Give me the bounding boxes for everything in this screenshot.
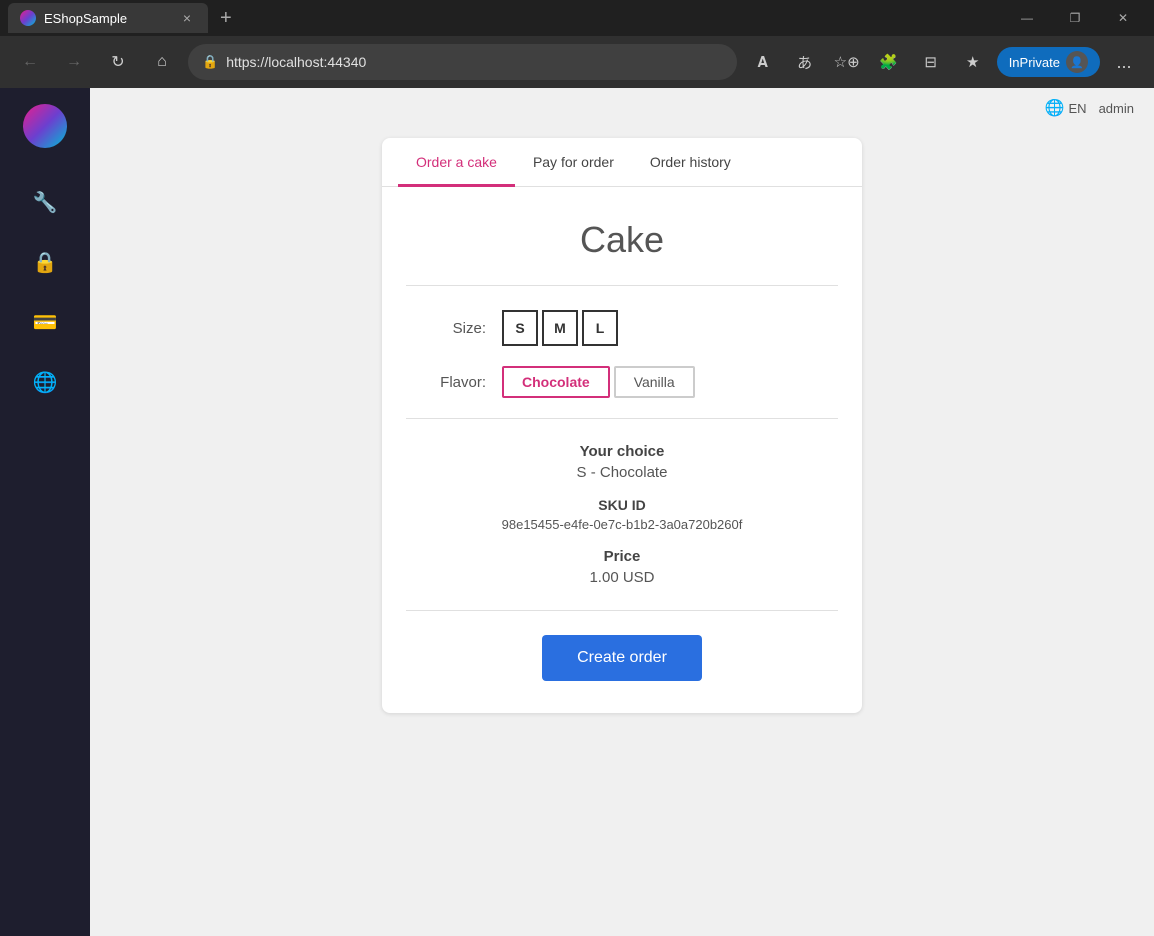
inprivate-label: InPrivate (1009, 55, 1060, 70)
sidebar-item-globe[interactable]: 🌐 (23, 360, 67, 404)
admin-link[interactable]: admin (1099, 101, 1134, 116)
main-card: Order a cake Pay for order Order history… (382, 138, 862, 713)
reading-view-button[interactable]: ⊟ (913, 44, 949, 80)
price-label: Price (406, 548, 838, 565)
globe-icon: 🌐 (1045, 98, 1065, 118)
more-button[interactable]: ... (1106, 44, 1142, 80)
user-avatar: 👤 (1066, 51, 1088, 73)
minimize-button[interactable]: — (1004, 0, 1050, 36)
app-layout: 🔧 🔒 💳 🌐 🌐 EN admin Order a cake (0, 88, 1154, 936)
language-label: EN (1069, 101, 1087, 116)
lock-icon: 🔒 (202, 54, 218, 70)
sku-label: SKU ID (406, 497, 838, 513)
tabs-bar: Order a cake Pay for order Order history (382, 138, 862, 187)
sidebar-item-payments[interactable]: 💳 (23, 300, 67, 344)
page-header: 🌐 EN admin (90, 88, 1154, 128)
tab-close-button[interactable]: × (178, 9, 196, 27)
size-label: Size: (406, 320, 486, 337)
card-icon: 💳 (33, 310, 58, 335)
forward-button[interactable]: → (56, 44, 92, 80)
browser-tab[interactable]: EShopSample × (8, 3, 208, 33)
size-m-button[interactable]: M (542, 310, 578, 346)
address-bar[interactable]: 🔒 https://localhost:44340 (188, 44, 737, 80)
tab-order-cake[interactable]: Order a cake (398, 138, 515, 187)
address-text: https://localhost:44340 (226, 54, 366, 70)
favorites-button[interactable]: ★ (955, 44, 991, 80)
card-body: Cake Size: S M L Flavor: (382, 187, 862, 713)
sku-value: 98e15455-e4fe-0e7c-b1b2-3a0a720b260f (406, 517, 838, 532)
cake-title: Cake (406, 219, 838, 261)
size-buttons: S M L (502, 310, 618, 346)
page-content: 🌐 EN admin Order a cake Pay for order Or… (90, 88, 1154, 936)
flavor-chocolate-button[interactable]: Chocolate (502, 366, 610, 398)
choice-value: S - Chocolate (406, 464, 838, 481)
translate-button[interactable]: あ (787, 44, 823, 80)
home-button[interactable]: ⌂ (144, 44, 180, 80)
flavor-buttons: Chocolate Vanilla (502, 366, 695, 398)
wrench-icon: 🔧 (33, 190, 58, 215)
divider-2 (406, 418, 838, 419)
new-tab-button[interactable]: + (220, 7, 232, 30)
back-button[interactable]: ← (12, 44, 48, 80)
size-l-button[interactable]: L (582, 310, 618, 346)
globe-icon: 🌐 (33, 370, 58, 395)
nav-right-controls: 𝐀 あ ☆⊕ 🧩 ⊟ ★ InPrivate 👤 ... (745, 44, 1142, 80)
flavor-label: Flavor: (406, 374, 486, 391)
restore-button[interactable]: ❐ (1052, 0, 1098, 36)
lock-icon: 🔒 (33, 250, 58, 275)
language-selector[interactable]: 🌐 EN (1045, 98, 1087, 118)
tab-pay-for-order[interactable]: Pay for order (515, 138, 632, 187)
read-aloud-button[interactable]: 𝐀 (745, 44, 781, 80)
inprivate-button[interactable]: InPrivate 👤 (997, 47, 1100, 77)
sidebar: 🔧 🔒 💳 🌐 (0, 88, 90, 936)
window-controls: — ❐ ✕ (1004, 0, 1146, 36)
flavor-row: Flavor: Chocolate Vanilla (406, 366, 838, 398)
tab-order-history[interactable]: Order history (632, 138, 749, 187)
choice-section: Your choice S - Chocolate SKU ID 98e1545… (406, 443, 838, 586)
tab-favicon (20, 10, 36, 26)
your-choice-heading: Your choice (406, 443, 838, 460)
extensions-button[interactable]: 🧩 (871, 44, 907, 80)
app-logo[interactable] (23, 104, 67, 148)
favorite-add-button[interactable]: ☆⊕ (829, 44, 865, 80)
divider-3 (406, 610, 838, 611)
create-order-button[interactable]: Create order (542, 635, 702, 681)
close-button[interactable]: ✕ (1100, 0, 1146, 36)
flavor-vanilla-button[interactable]: Vanilla (614, 366, 695, 398)
sidebar-item-tools[interactable]: 🔧 (23, 180, 67, 224)
divider-1 (406, 285, 838, 286)
refresh-button[interactable]: ↻ (100, 44, 136, 80)
size-s-button[interactable]: S (502, 310, 538, 346)
titlebar: EShopSample × + — ❐ ✕ (0, 0, 1154, 36)
navbar: ← → ↻ ⌂ 🔒 https://localhost:44340 𝐀 あ ☆⊕… (0, 36, 1154, 88)
sidebar-item-security[interactable]: 🔒 (23, 240, 67, 284)
tab-title: EShopSample (44, 11, 170, 26)
size-row: Size: S M L (406, 310, 838, 346)
card-area: Order a cake Pay for order Order history… (90, 128, 1154, 753)
price-value: 1.00 USD (406, 569, 838, 586)
